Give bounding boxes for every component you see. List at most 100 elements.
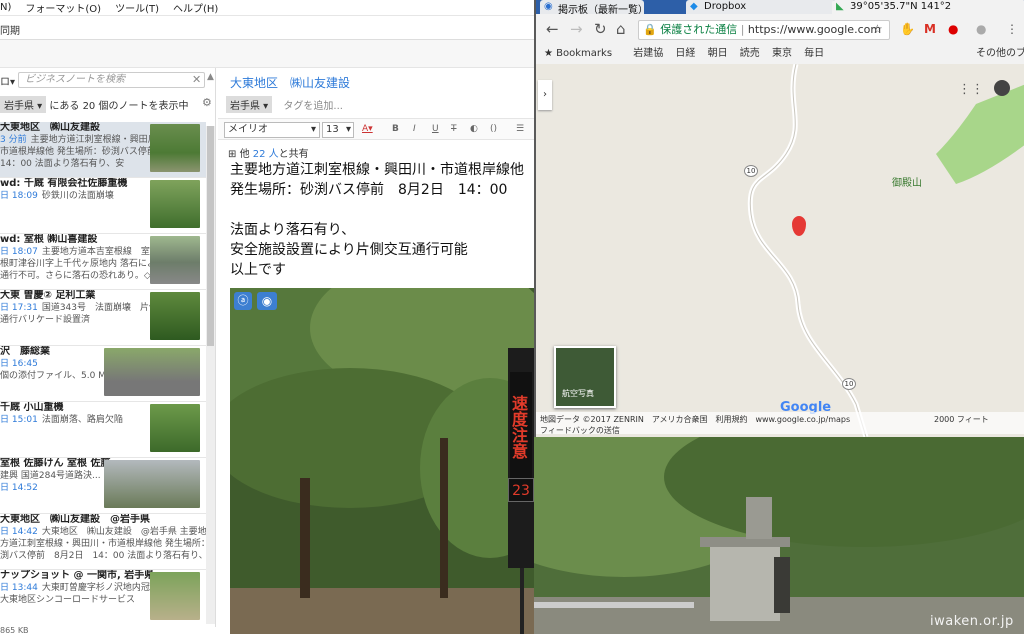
tab-google-maps[interactable]: ◣ 39°05'35.7"N 141°2: [832, 0, 1024, 14]
map-footer: 地図データ ©2017 ZENRIN アメリカ合衆国 利用規約 www.goog…: [536, 412, 1024, 436]
bookmark-item[interactable]: 毎日: [804, 48, 824, 59]
tab-bulletin[interactable]: ◉ 掲示板（最新一覧）: [540, 0, 648, 16]
chrome-window: ◉ 掲示板（最新一覧） ◆ Dropbox ◣ 39°05'35.7"N 141°2 …: [534, 0, 1024, 437]
aerial-view-toggle[interactable]: 航空写真: [554, 346, 616, 408]
feedback-link[interactable]: フィードバックの送信: [540, 425, 1022, 436]
preview-eye-icon[interactable]: ◉: [257, 292, 277, 310]
account-avatar[interactable]: [994, 80, 1010, 96]
text-color-icon[interactable]: A▾: [362, 124, 373, 134]
bookmark-item[interactable]: ★ Bookmarks: [544, 48, 621, 59]
note-editor: 大東地区 ㈱山友建設 岩手県 ▾ タグを追加... メイリオ ▾ 13 ▾ A▾ B…: [218, 68, 534, 634]
note-title[interactable]: 大東地区 ㈱山友建設: [230, 74, 350, 91]
list-item[interactable]: 大東 曽慶② 足利工業 日 17:31 国道343号 法面崩壊 片側 通行バリケー…: [0, 290, 206, 346]
list-item[interactable]: ナップショット @ 一関市, 岩手県 日 13:44 大東町曽慶字杉ノ沢地内冠水 …: [0, 570, 206, 627]
lastpass-icon[interactable]: ●: [948, 22, 958, 36]
note-thumbnail: [150, 236, 200, 284]
note-thumbnail: [150, 404, 200, 452]
place-label[interactable]: 御殿山: [892, 174, 922, 189]
list-item[interactable]: 大東地区 ㈱山友建設 @岩手県 日 14:42 大東地区 ㈱山友建設 @岩手県 主…: [0, 514, 206, 570]
share-status: ⊞ 他 22 人と共有: [228, 149, 309, 160]
gmail-icon[interactable]: M: [924, 22, 936, 36]
search-input[interactable]: ビジネスノートを検索: [18, 72, 205, 88]
google-map[interactable]: › ⋮⋮ 御殿山 10 10 航空写真 Google: [536, 64, 1024, 437]
tab-dropbox[interactable]: ◆ Dropbox: [686, 0, 836, 14]
list-item[interactable]: 室根 佐藤けん 室根 佐藤 建興 国道284号道路決... 日 14:52: [0, 458, 206, 514]
site-icon: ◉: [544, 1, 553, 12]
menu-item-tools[interactable]: ツール(T): [115, 0, 159, 15]
list-item[interactable]: 千厩 小山重機 日 15:01 法面崩落、路肩欠陥: [0, 402, 206, 458]
menu-bar: N) フォーマット(O) ツール(T) ヘルプ(H): [0, 0, 534, 16]
expand-panel-icon[interactable]: ›: [538, 80, 552, 110]
add-tag-input[interactable]: タグを追加...: [283, 101, 343, 112]
tag-row: 岩手県 ▾ タグを追加...: [226, 96, 343, 113]
bookmarks-bar: ★ Bookmarks 岩建協 日経 朝日 読売 東京 毎日 その他のブ: [536, 44, 1024, 62]
bookmark-item[interactable]: 東京: [772, 48, 792, 59]
strikethrough-icon[interactable]: T: [451, 124, 457, 134]
bookmark-item[interactable]: 朝日: [708, 48, 728, 59]
dropbox-icon: ◆: [690, 1, 698, 12]
list-item[interactable]: 大東地区 ㈱山友建設 3 分前 主要地方道江刺室根線・興田川 市道根岸線他 発生場…: [0, 122, 206, 178]
font-select[interactable]: メイリオ ▾: [224, 122, 320, 138]
note-thumbnail: [150, 572, 200, 620]
filter-tag-chip[interactable]: 岩手県 ▾: [0, 96, 47, 113]
maps-icon: ◣: [836, 1, 844, 12]
note-thumbnail: [150, 124, 200, 172]
font-size-select[interactable]: 13 ▾: [322, 122, 354, 138]
bookmark-item[interactable]: 日経: [675, 48, 695, 59]
filter-summary: にある 20 個のノートを表示中: [49, 101, 189, 112]
route-shield: 10: [842, 378, 856, 390]
apps-grid-icon[interactable]: ⋮⋮: [958, 82, 984, 97]
tab-strip: ◉ 掲示板（最新一覧） ◆ Dropbox ◣ 39°05'35.7"N 141°2: [536, 0, 1024, 16]
code-icon[interactable]: (): [490, 124, 497, 134]
menu-item-help[interactable]: ヘルプ(H): [173, 0, 218, 15]
bookmark-item[interactable]: 岩建協: [633, 48, 663, 59]
note-thumbnail: [150, 292, 200, 340]
extension-icon[interactable]: ✋: [900, 22, 915, 36]
share-count-link[interactable]: 22 人: [253, 149, 279, 160]
note-thumbnail: [104, 348, 200, 396]
view-dropdown-icon[interactable]: ロ▾: [0, 73, 15, 88]
filter-row: 岩手県 ▾ にある 20 個のノートを表示中 ⚙: [0, 96, 216, 114]
search-row: ロ▾ ビジネスノートを検索 ✕ ▲: [0, 70, 216, 90]
format-toolbar: メイリオ ▾ 13 ▾ A▾ B I U T ◐ () ☰: [218, 118, 534, 140]
italic-icon[interactable]: I: [413, 124, 416, 134]
reload-icon[interactable]: ↻: [594, 20, 607, 38]
lock-icon: 🔒: [643, 23, 657, 36]
menu-dots-icon[interactable]: ⋮: [1006, 22, 1018, 36]
note-thumbnail: [104, 460, 200, 508]
bookmark-item[interactable]: その他のブ: [976, 44, 1024, 59]
underline-icon[interactable]: U: [432, 124, 439, 134]
file-size-status: 865 KB: [0, 626, 29, 635]
extension-grey-icon[interactable]: ●: [976, 22, 986, 36]
note-list-scrollbar[interactable]: [206, 126, 215, 624]
note-tag-chip[interactable]: 岩手県 ▾: [226, 96, 273, 113]
forward-icon[interactable]: →: [570, 20, 583, 38]
home-icon[interactable]: ⌂: [616, 20, 626, 38]
list-item[interactable]: wd: 室根 ㈱山喜建設 日 18:07 主要地方道本吉室根線 室 根町津谷川字上…: [0, 234, 206, 290]
address-bar[interactable]: 🔒 保護された通信 | https://www.google.com: [638, 20, 890, 40]
clear-search-icon[interactable]: ✕: [192, 73, 201, 86]
bookmark-item[interactable]: 読売: [740, 48, 760, 59]
roadside-trees-photo: [230, 288, 534, 634]
note-list-pane: ロ▾ ビジネスノートを検索 ✕ ▲ 岩手県 ▾ にある 20 個のノートを表示中…: [0, 68, 216, 627]
menu-item-format[interactable]: フォーマット(O): [25, 0, 101, 15]
speed-display: 23: [508, 478, 534, 502]
speed-caution-sign: 速度注意: [509, 372, 532, 482]
sync-toolbar: 同期: [0, 16, 534, 40]
list-icon[interactable]: ☰: [516, 124, 524, 134]
tag-settings-icon[interactable]: ⚙: [202, 96, 212, 109]
menu-item-n[interactable]: N): [0, 2, 11, 13]
bold-icon[interactable]: B: [392, 124, 399, 134]
note-photo: ⓐ ◉ 速度注意 23: [230, 288, 534, 634]
collapse-icon[interactable]: ▲: [207, 72, 214, 82]
route-shield: 10: [744, 165, 758, 177]
toolbar-spacer: [0, 40, 534, 68]
back-icon[interactable]: ←: [546, 20, 559, 38]
annotate-icon[interactable]: ⓐ: [234, 292, 252, 310]
list-item[interactable]: 沢 藤総業 日 16:45 個の添付ファイル、5.0 MB: [0, 346, 206, 402]
highlight-icon[interactable]: ◐: [470, 124, 478, 134]
list-item[interactable]: wd: 千厩 有限会社佐藤重機 日 18:09 砂鉄川の法面崩壊: [0, 178, 206, 234]
bookmark-star-icon[interactable]: ☆: [872, 22, 883, 36]
note-body-text[interactable]: 主要地方道江刺室根線・興田川・市道根岸線他 発生場所：砂渕バス停前 8月2日 1…: [230, 160, 524, 280]
sync-button[interactable]: 同期: [0, 26, 20, 37]
